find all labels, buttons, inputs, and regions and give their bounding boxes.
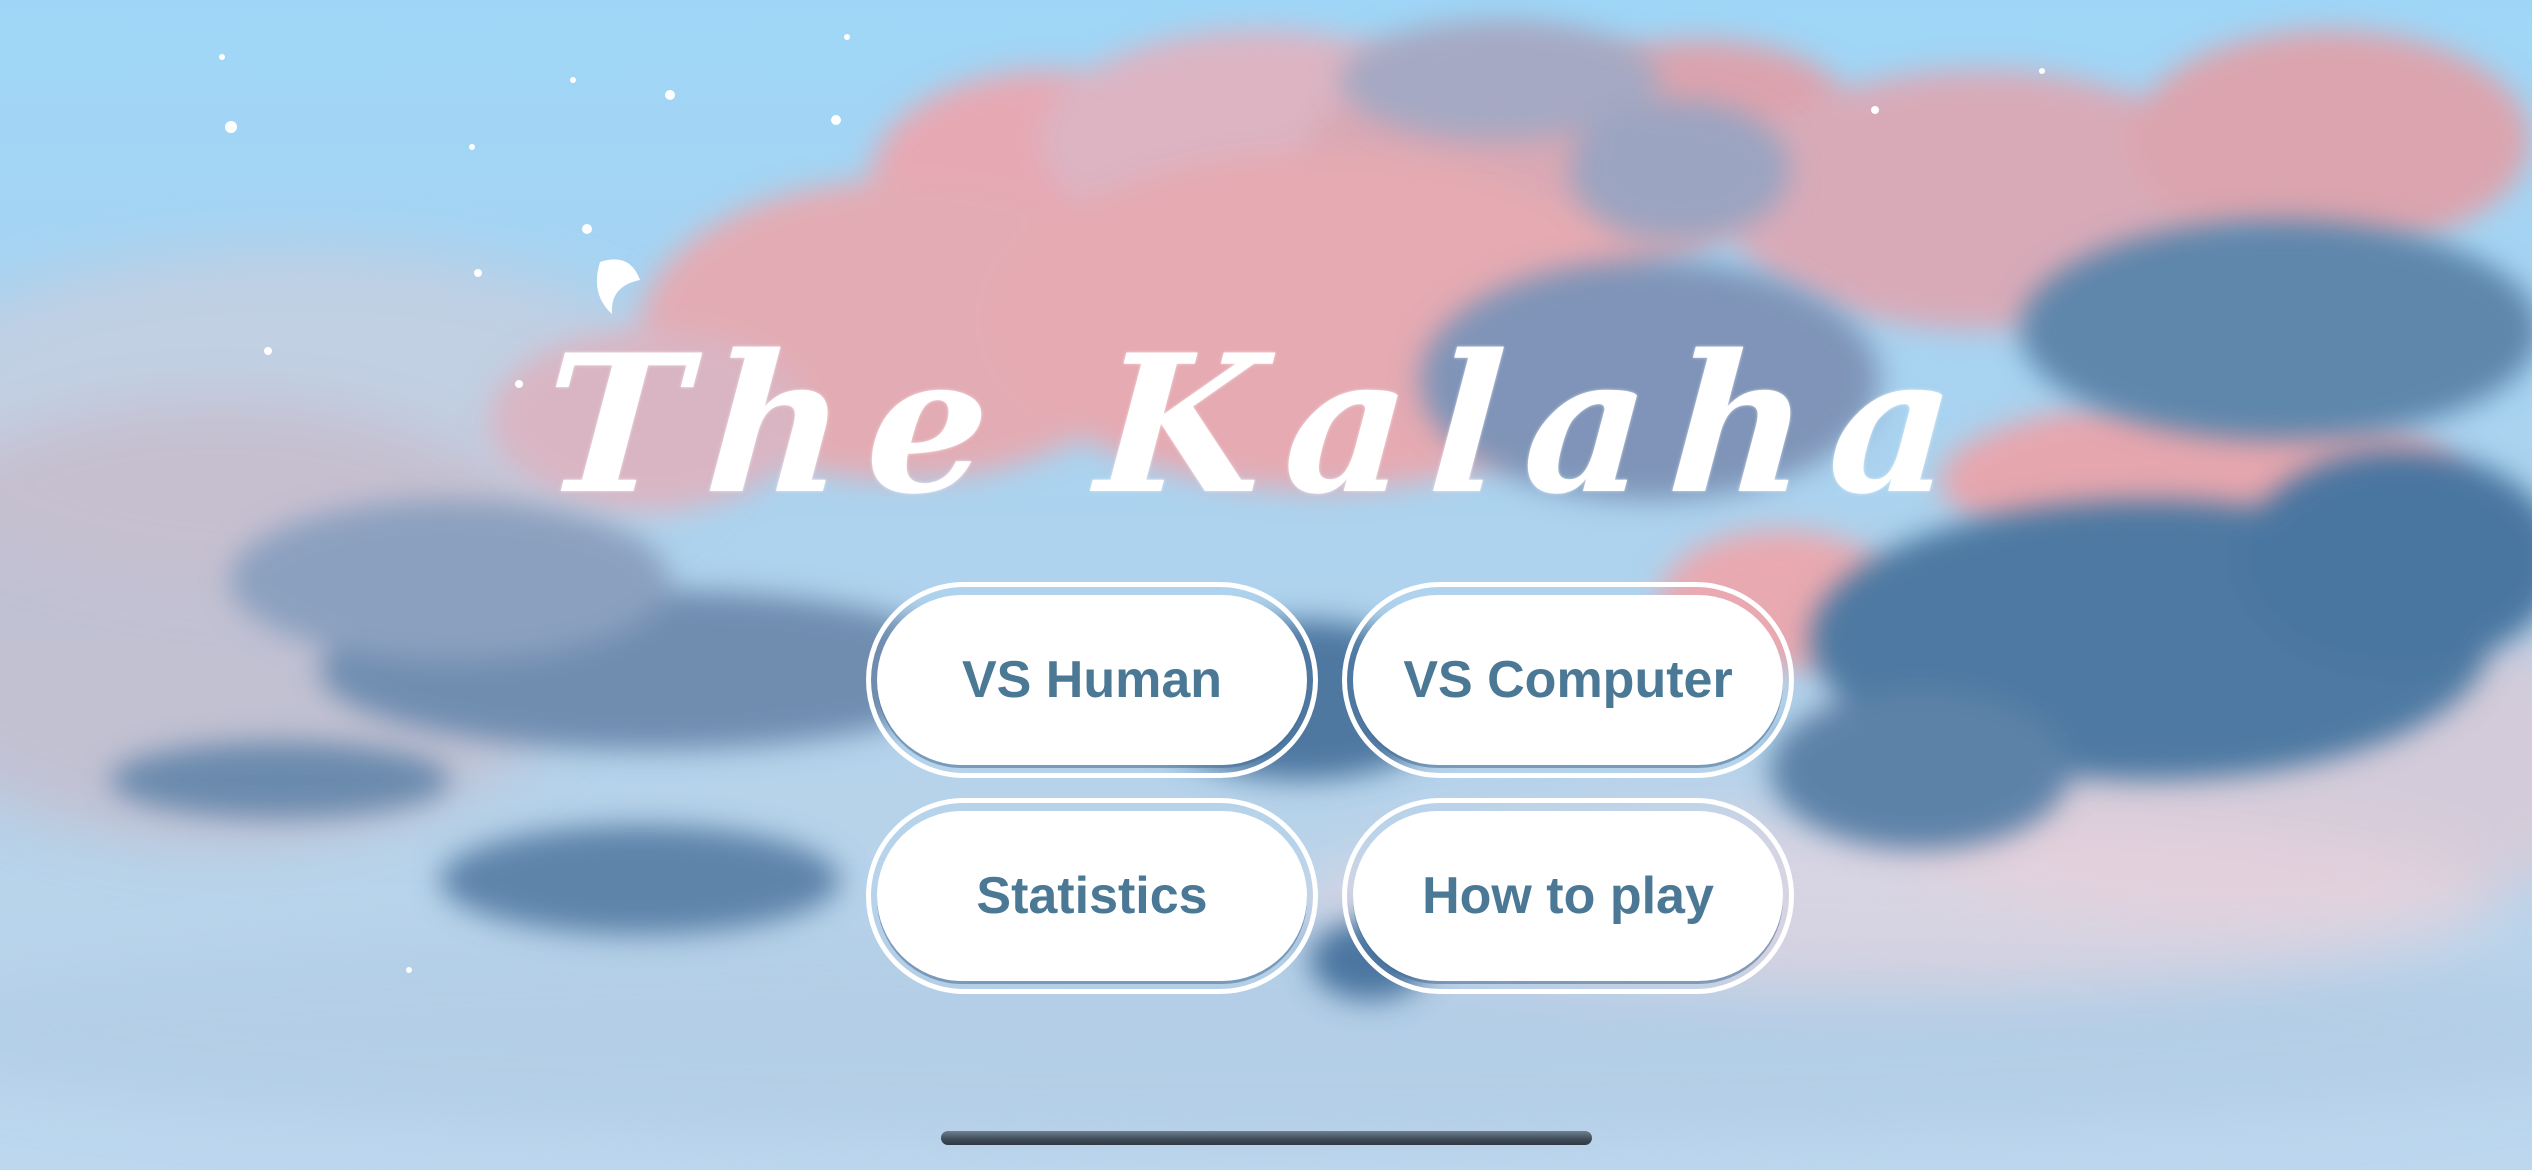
vs-computer-button-label: VS Computer: [1353, 595, 1783, 765]
how-to-play-button[interactable]: How to play: [1342, 798, 1794, 994]
vs-human-button-label: VS Human: [877, 595, 1307, 765]
statistics-button-label: Statistics: [877, 811, 1307, 981]
vs-computer-button[interactable]: VS Computer: [1342, 582, 1794, 778]
game-title: The Kalaha: [536, 313, 1984, 536]
home-indicator[interactable]: [941, 1131, 1592, 1145]
sky-background: [0, 20, 2532, 1140]
game-menu-screen: The Kalaha VS Human VS Computer Statisti…: [0, 0, 2532, 1170]
vs-human-button[interactable]: VS Human: [866, 582, 1318, 778]
how-to-play-button-label: How to play: [1353, 811, 1783, 981]
statistics-button[interactable]: Statistics: [866, 798, 1318, 994]
